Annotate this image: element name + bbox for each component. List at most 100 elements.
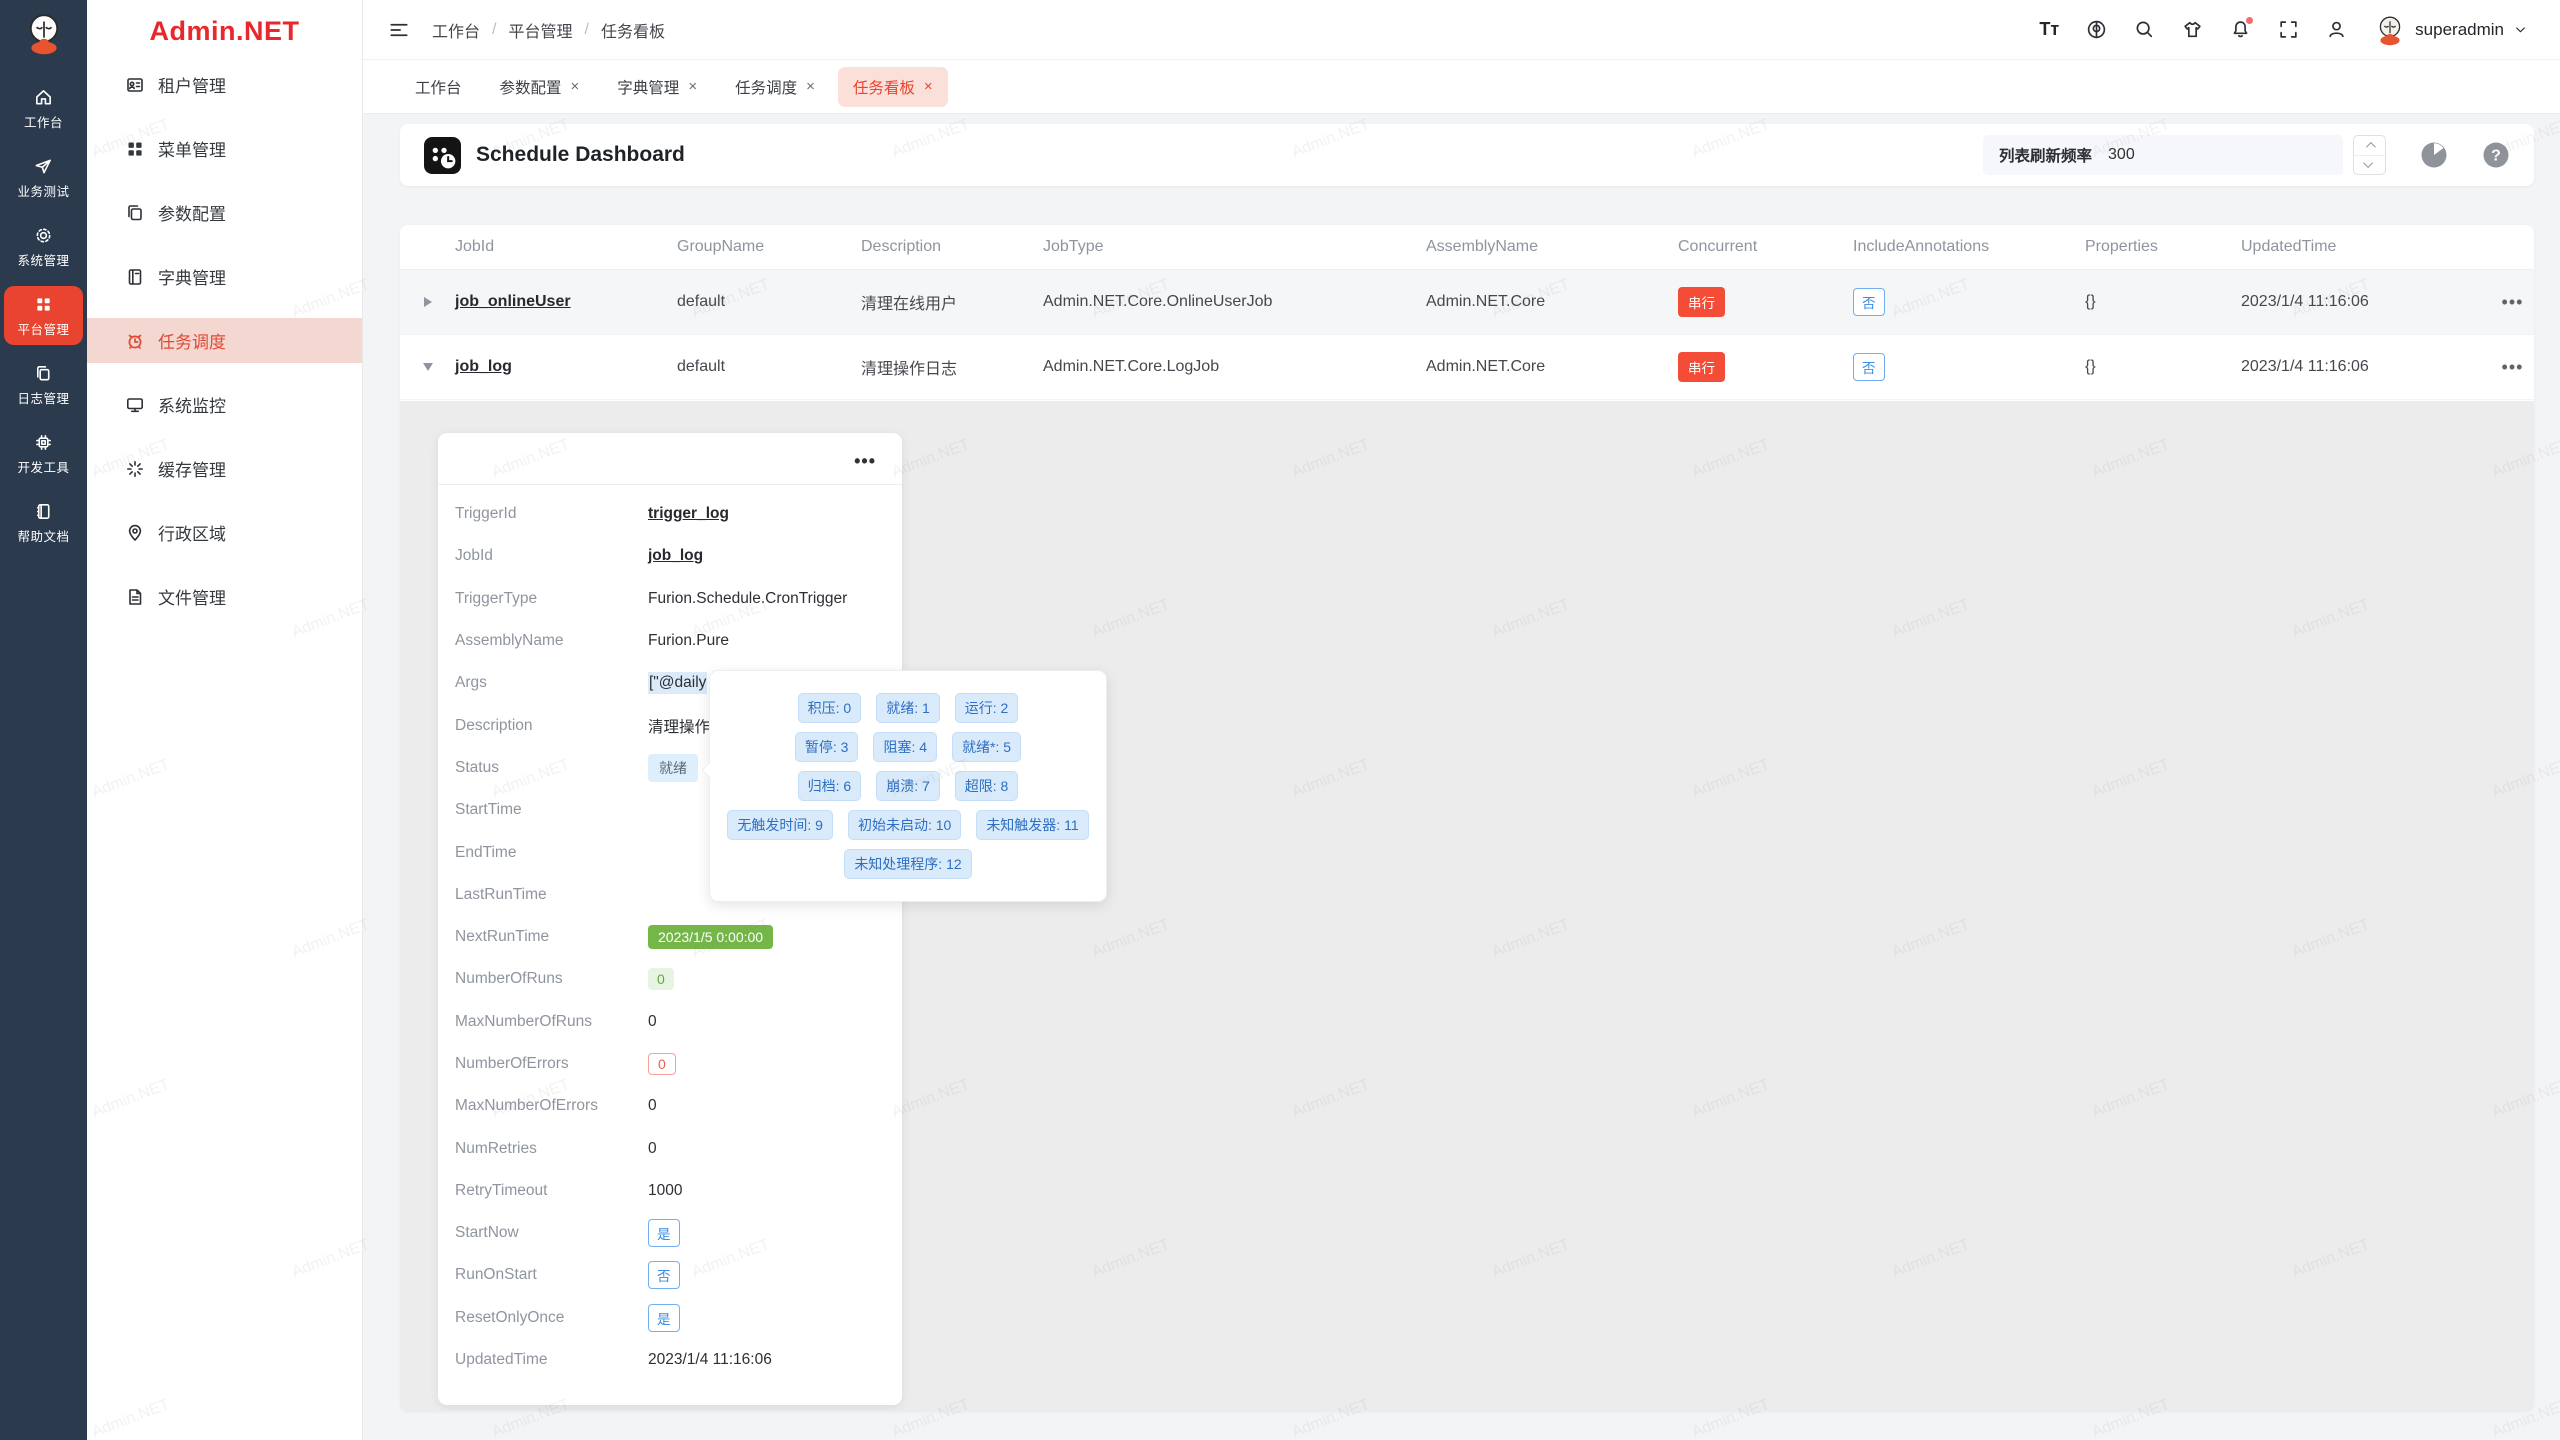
menu-item-dict-mgmt[interactable]: 字典管理 — [87, 254, 362, 299]
language-icon[interactable] — [2086, 19, 2107, 40]
tab-close-icon[interactable]: × — [571, 78, 580, 95]
sidebar-item-label: 平台管理 — [17, 319, 69, 338]
page-header-card: Schedule Dashboard 列表刷新频率 300 ? — [400, 124, 2534, 186]
status-badge[interactable]: 就绪 — [648, 754, 698, 782]
menu-item-menu-mgmt[interactable]: 菜单管理 — [87, 126, 362, 171]
tab-close-icon[interactable]: × — [806, 78, 815, 95]
concurrent-badge: 串行 — [1678, 287, 1725, 317]
sidebar-item-platform-mgmt[interactable]: 平台管理 — [4, 286, 83, 345]
row-actions-icon[interactable]: ••• — [2491, 357, 2534, 378]
status-legend-badge: 就绪*: 5 — [952, 732, 1021, 762]
sidebar-item-label: 业务测试 — [17, 181, 69, 200]
run-on-start-badge: 否 — [648, 1261, 680, 1289]
menu-item-task-schedule[interactable]: 任务调度 — [87, 318, 362, 363]
panel-actions-icon[interactable]: ••• — [438, 433, 902, 484]
tab-workbench[interactable]: 工作台 — [400, 67, 477, 107]
col-header: JobId — [455, 238, 677, 256]
field-label: AssemblyName — [455, 632, 648, 650]
refresh-rate-input[interactable]: 列表刷新频率 300 — [1983, 135, 2343, 175]
table-header-row: JobId GroupName Description JobType Asse… — [400, 225, 2534, 270]
collapse-menu-icon[interactable] — [388, 19, 410, 41]
tab-label: 参数配置 — [500, 76, 562, 98]
collapse-row-icon[interactable] — [400, 363, 455, 371]
breadcrumb-item[interactable]: 平台管理 — [508, 18, 572, 42]
breadcrumb: 工作台 / 平台管理 / 任务看板 — [432, 18, 665, 42]
status-legend-badge: 超限: 8 — [955, 771, 1019, 801]
sidebar-item-business-test[interactable]: 业务测试 — [4, 148, 83, 207]
theme-skin-icon[interactable] — [2182, 19, 2203, 40]
cell-group: default — [677, 358, 861, 376]
col-header: Properties — [2085, 238, 2241, 256]
sidebar-item-label: 开发工具 — [17, 457, 69, 476]
tab-param-config[interactable]: 参数配置 × — [485, 67, 595, 107]
breadcrumb-item[interactable]: 工作台 — [432, 18, 480, 42]
col-header: Concurrent — [1678, 238, 1853, 256]
job-id-link[interactable]: job_log — [455, 358, 512, 375]
table-row[interactable]: job_onlineUser default 清理在线用户 Admin.NET.… — [400, 270, 2534, 335]
stepper-up-icon[interactable] — [2354, 136, 2385, 155]
tab-task-dashboard[interactable]: 任务看板× — [838, 67, 948, 107]
refresh-rate-value: 300 — [2108, 146, 2135, 164]
dict-icon — [125, 267, 145, 287]
sidebar-item-system-mgmt[interactable]: 系统管理 — [4, 217, 83, 276]
text-size-icon[interactable]: Tт — [2039, 19, 2059, 40]
search-icon[interactable] — [2134, 19, 2155, 40]
menu-item-admin-region[interactable]: 行政区域 — [87, 510, 362, 555]
menu-item-label: 字典管理 — [158, 264, 226, 289]
timer-pie-icon[interactable] — [2420, 141, 2448, 169]
field-label: Description — [455, 717, 648, 735]
chevron-down-icon — [2513, 22, 2528, 37]
status-legend-badge: 归档: 6 — [798, 771, 862, 801]
user-avatar — [2374, 14, 2406, 46]
fullscreen-icon[interactable] — [2278, 19, 2299, 40]
status-legend-badge: 阻塞: 4 — [873, 732, 937, 762]
sidebar-item-dev-tools[interactable]: 开发工具 — [4, 424, 83, 483]
tab-task-schedule[interactable]: 任务调度× — [720, 67, 830, 107]
status-legend-badge: 初始未启动: 10 — [848, 810, 961, 840]
menu-item-file-mgmt[interactable]: 文件管理 — [87, 574, 362, 619]
notifications-bell-icon[interactable] — [2230, 19, 2251, 40]
tab-close-icon[interactable]: × — [688, 78, 697, 95]
sidebar-item-label: 帮助文档 — [17, 526, 69, 545]
header-controls: 列表刷新频率 300 ? — [1983, 135, 2510, 175]
sidebar-item-log-mgmt[interactable]: 日志管理 — [4, 355, 83, 414]
help-icon[interactable]: ? — [2482, 141, 2510, 169]
menu-item-label: 任务调度 — [158, 328, 226, 353]
expand-row-icon[interactable] — [400, 297, 455, 307]
row-actions-icon[interactable]: ••• — [2491, 292, 2534, 313]
status-legend-badge: 未知处理程序: 12 — [844, 849, 971, 879]
field-value: Furion.Schedule.CronTrigger — [648, 590, 847, 608]
field-value: 0 — [648, 1013, 657, 1031]
field-label: StartTime — [455, 801, 648, 819]
menu-item-param-config[interactable]: 参数配置 — [87, 190, 362, 235]
field-label: RunOnStart — [455, 1266, 648, 1284]
tab-dict-mgmt[interactable]: 字典管理× — [602, 67, 712, 107]
tab-bar: 工作台 参数配置 × 字典管理× 任务调度× 任务看板× — [363, 60, 2560, 114]
sidebar-item-help-docs[interactable]: 帮助文档 — [4, 493, 83, 552]
menu-item-tenant-mgmt[interactable]: 租户管理 — [87, 62, 362, 107]
trigger-id-link[interactable]: trigger_log — [648, 505, 729, 523]
breadcrumb-item[interactable]: 任务看板 — [601, 18, 665, 42]
table-row[interactable]: job_log default 清理操作日志 Admin.NET.Core.Lo… — [400, 335, 2534, 400]
tab-close-icon[interactable]: × — [924, 78, 933, 95]
field-value: 0 — [648, 1140, 657, 1158]
stepper-down-icon[interactable] — [2354, 155, 2385, 175]
tenant-icon — [125, 75, 145, 95]
tab-label: 工作台 — [415, 76, 462, 98]
menu-item-system-monitor[interactable]: 系统监控 — [87, 382, 362, 427]
job-id-link[interactable]: job_log — [648, 547, 703, 565]
status-legend-badge: 崩溃: 7 — [876, 771, 940, 801]
profile-person-icon[interactable] — [2326, 19, 2347, 40]
menu-item-label: 租户管理 — [158, 72, 226, 97]
user-menu[interactable]: superadmin — [2374, 14, 2528, 46]
brand-logo[interactable]: Admin.NET — [87, 0, 362, 62]
menu-item-label: 参数配置 — [158, 200, 226, 225]
primary-sidebar: 工作台 业务测试 系统管理 平台管理 日志管理 开发工具 帮助文档 — [0, 0, 87, 1440]
job-id-link[interactable]: job_onlineUser — [455, 293, 571, 310]
cell-assembly: Admin.NET.Core — [1426, 358, 1678, 376]
menu-item-cache-mgmt[interactable]: 缓存管理 — [87, 446, 362, 491]
status-legend-badge: 暂停: 3 — [795, 732, 859, 762]
schedule-dashboard-icon — [424, 137, 461, 174]
sidebar-item-workbench[interactable]: 工作台 — [4, 79, 83, 138]
app-logo-icon[interactable] — [21, 0, 67, 74]
